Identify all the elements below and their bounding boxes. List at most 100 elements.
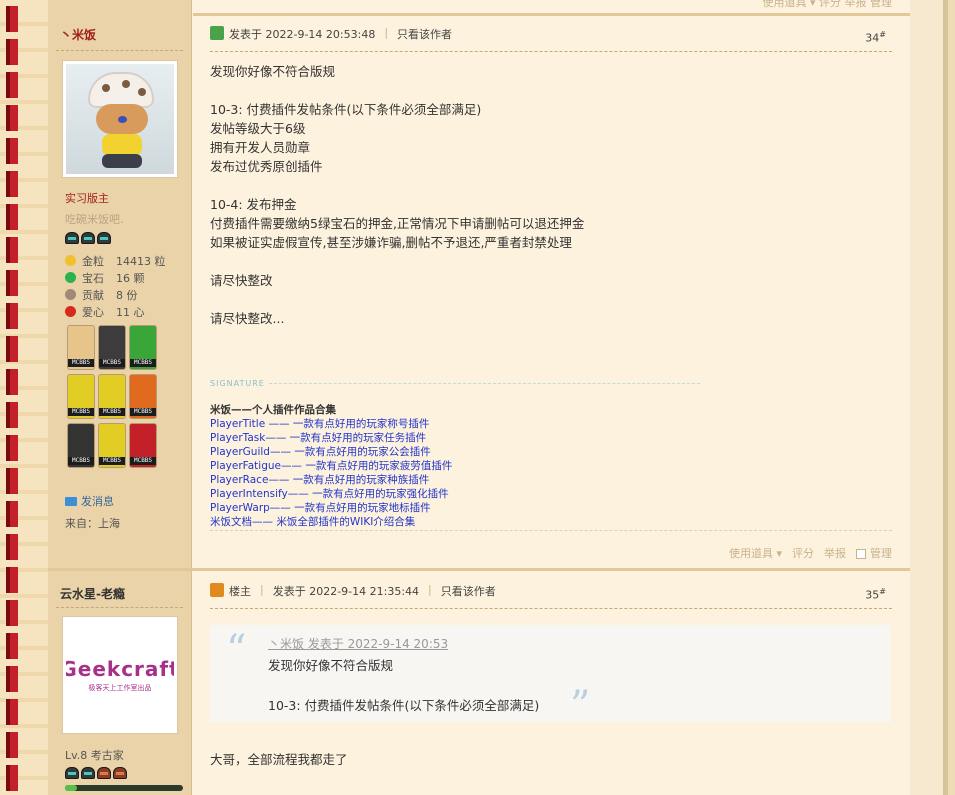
- rank-helmet-icon: [65, 767, 79, 779]
- rate-button[interactable]: 评分: [792, 545, 814, 561]
- deco-bar: [6, 633, 18, 659]
- signature-link[interactable]: PlayerWarp—— 一款有点好用的玩家地标插件: [210, 501, 700, 515]
- level-icons: [65, 767, 127, 779]
- body-line: 付费插件需要缴纳5绿宝石的押金,正常情况下申请删帖可以退还押金: [210, 216, 585, 231]
- rank-helmet-icon: [97, 767, 111, 779]
- avatar[interactable]: [62, 60, 178, 178]
- deco-bar: [6, 468, 18, 494]
- signature-links: PlayerTitle —— 一款有点好用的玩家称号插件 PlayerTask——…: [210, 417, 700, 529]
- deco-bar: [6, 666, 18, 692]
- java-medal-icon[interactable]: MCBBS: [129, 423, 157, 468]
- geekcraft-logo: Geekcraft 极客天上工作室出品: [66, 620, 174, 730]
- creeper-medal-icon[interactable]: MCBBS: [129, 325, 157, 370]
- deco-bar: [6, 237, 18, 263]
- signature-link[interactable]: PlayerRace—— 一款有点好用的玩家种族插件: [210, 473, 700, 487]
- stat-label: 金粒: [82, 254, 104, 268]
- gold-coin-icon: [65, 255, 76, 266]
- quote-open-icon: “: [226, 627, 247, 673]
- post-footer: 使用道具 ▾ 评分 举报 管理: [210, 530, 892, 560]
- use-tool-button[interactable]: 使用道具 ▾: [729, 545, 782, 561]
- diamond-pickaxe-medal-icon[interactable]: MCBBS: [98, 423, 126, 468]
- op-label: 楼主: [229, 585, 251, 598]
- rank-title[interactable]: 实习版主: [65, 190, 109, 206]
- stat-row: 爱心 11 心: [65, 303, 185, 320]
- post-header: 发表于 2022-9-14 20:53:48 | 只看该作者 34#: [210, 26, 892, 52]
- post-header: 楼主 | 发表于 2022-9-14 21:35:44 | 只看该作者 35#: [210, 583, 892, 609]
- post-actions: 使用道具 ▾ 评分 举报 管理: [729, 545, 892, 561]
- signature-link[interactable]: PlayerGuild—— 一款有点好用的玩家公会插件: [210, 445, 700, 459]
- rank-helmet-icon: [81, 767, 95, 779]
- deco-bar: [6, 270, 18, 296]
- location: 来自：上海: [65, 517, 120, 530]
- mail-icon: [65, 496, 77, 506]
- chopper-figure-image: [66, 64, 174, 174]
- signature: SIGNATURE 米饭——个人插件作品合集 PlayerTitle —— 一款…: [210, 379, 700, 529]
- signature-link[interactable]: PlayerTitle —— 一款有点好用的玩家称号插件: [210, 417, 700, 431]
- checklist-medal-icon[interactable]: MCBBS: [67, 325, 95, 370]
- quote-source-link[interactable]: 丶米饭 发表于 2022-9-14 20:53: [268, 635, 448, 652]
- deco-bar: [6, 567, 18, 593]
- medal-tag: MCBBS: [130, 359, 156, 367]
- body-line: [210, 252, 850, 271]
- manage-button[interactable]: 管理: [856, 545, 892, 561]
- author-name[interactable]: 云水星-老瘾: [60, 585, 125, 602]
- deco-bar: [6, 501, 18, 527]
- author-name[interactable]: 丶米饭: [60, 26, 96, 43]
- signature-link[interactable]: 米饭文档—— 米饭全部插件的WIKI介绍合集: [210, 515, 700, 529]
- stat-label: 宝石: [82, 271, 104, 285]
- body-line: 10-4: 发布押金: [210, 197, 297, 212]
- reply-body: 大哥，全部流程我都走了: [210, 752, 348, 767]
- deco-bar: [6, 6, 18, 32]
- signature-link[interactable]: PlayerIntensify—— 一款有点好用的玩家强化插件: [210, 487, 700, 501]
- stat-label: 爱心: [82, 305, 104, 319]
- avatar[interactable]: Geekcraft 极客天上工作室出品: [62, 616, 178, 734]
- only-author-link[interactable]: 只看该作者: [441, 583, 496, 599]
- stat-value: 8 份: [116, 288, 138, 302]
- medal-tag: MCBBS: [130, 457, 156, 465]
- only-author-link[interactable]: 只看该作者: [397, 26, 452, 42]
- deco-bar: [6, 336, 18, 362]
- deco-bar: [6, 303, 18, 329]
- redstone-medal-icon[interactable]: MCBBS: [98, 325, 126, 370]
- right-scroll-border: [943, 0, 955, 795]
- golden-pickaxe-medal-icon[interactable]: MCBBS: [67, 374, 95, 419]
- post-35: 云水星-老瘾 Geekcraft 极客天上工作室出品 Lv.8 考古家 楼主 |…: [48, 568, 910, 795]
- rank-icons: [65, 232, 111, 244]
- body-line: 如果被证实虚假宣传,甚至涉嫌诈骗,删帖不予退还,严重者封禁处理: [210, 235, 572, 250]
- floor-number[interactable]: 35#: [865, 587, 886, 602]
- contribution-icon: [65, 289, 76, 300]
- stat-value: 14413 粒: [116, 254, 166, 268]
- medal-tag: MCBBS: [99, 457, 125, 465]
- quote-line: 10-3: 付费插件发帖条件(以下条件必须全部满足): [268, 698, 540, 713]
- deco-bar: [6, 39, 18, 65]
- body-line: 10-3: 付费插件发帖条件(以下条件必须全部满足): [210, 102, 482, 117]
- signature-link[interactable]: PlayerFatigue—— 一款有点好用的玩家疲劳值插件: [210, 459, 700, 473]
- ore-medal-icon[interactable]: MCBBS: [67, 423, 95, 468]
- user-level[interactable]: Lv.8 考古家: [65, 747, 124, 763]
- body-line: [210, 81, 850, 100]
- send-message-link[interactable]: 发消息: [65, 493, 114, 509]
- stat-label: 贡献: [82, 288, 104, 302]
- deco-bar: [6, 435, 18, 461]
- vine-medal-icon[interactable]: MCBBS: [129, 374, 157, 419]
- logo-subtitle: 极客天上工作室出品: [88, 684, 152, 692]
- body-line: 请尽快整改: [210, 273, 273, 288]
- floor-number[interactable]: 34#: [865, 30, 886, 45]
- report-button[interactable]: 举报: [824, 545, 846, 561]
- deco-bar: [6, 765, 18, 791]
- quote-line: 发现你好像不符合版规: [268, 658, 394, 673]
- heart-icon: [65, 306, 76, 317]
- manage-checkbox[interactable]: [856, 549, 866, 559]
- post-main: 发表于 2022-9-14 20:53:48 | 只看该作者 34# 发现你好像…: [193, 0, 910, 568]
- author-sidebar: 丶米饭 实习版主 吃碗米饭吧. 金粒 14413 粒 宝石 16 颗 贡献 8 …: [48, 0, 192, 568]
- body-line: 请尽快整改...: [210, 311, 285, 326]
- send-message-label: 发消息: [81, 495, 114, 508]
- post-time: 发表于 2022-9-14 20:53:48: [229, 28, 376, 41]
- deco-bar: [6, 600, 18, 626]
- stat-row: 贡献 8 份: [65, 286, 185, 303]
- signature-link[interactable]: PlayerTask—— 一款有点好用的玩家任务插件: [210, 431, 700, 445]
- medal-tag: MCBBS: [99, 359, 125, 367]
- level-progress-bar: [65, 785, 183, 791]
- golden-pickaxe-medal-icon[interactable]: MCBBS: [98, 374, 126, 419]
- deco-bar: [6, 369, 18, 395]
